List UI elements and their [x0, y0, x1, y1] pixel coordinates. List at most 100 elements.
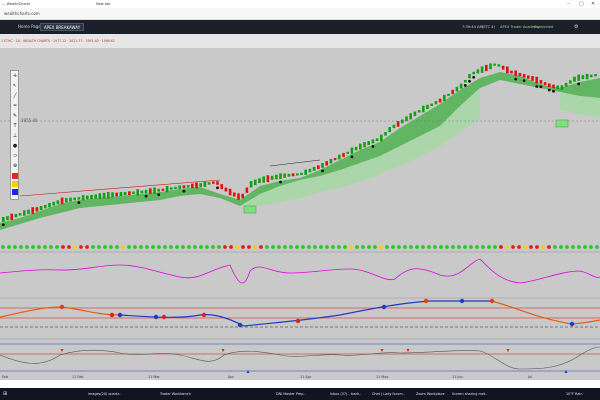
taskbar-item[interactable]: Chat | Lady forum..: [372, 391, 405, 397]
connection-status: Connected: [534, 25, 554, 29]
panel3-marker: [406, 349, 410, 352]
candle: [388, 127, 391, 133]
minimize-icon[interactable]: –: [567, 1, 570, 7]
signal-dot: [313, 245, 317, 249]
candle: [522, 74, 526, 78]
signal-dot: [277, 245, 281, 249]
zoom-icon[interactable]: ⊕: [12, 163, 18, 169]
candle: [140, 190, 144, 194]
candle: [283, 173, 286, 178]
windows-start-icon[interactable]: ⊞: [3, 391, 7, 397]
taskbar-item[interactable]: Inbox (37) - tradr..: [330, 391, 361, 397]
signal-dot: [49, 245, 53, 249]
signal-dot: [391, 245, 395, 249]
signal-dot: [469, 245, 473, 249]
panel3-marker: [564, 370, 568, 373]
candle: [132, 191, 135, 195]
candle: [564, 82, 568, 87]
tab-apex-breakaway[interactable]: APEX BREAKAWAY: [40, 23, 85, 31]
color-yellow-swatch[interactable]: [12, 181, 18, 187]
swing-point: [539, 85, 543, 89]
indicator-panels[interactable]: [0, 251, 600, 375]
magnet-icon[interactable]: ⊃: [12, 153, 18, 159]
candle: [493, 63, 496, 66]
candle: [165, 186, 169, 193]
signal-dot: [259, 245, 263, 249]
cursor-icon[interactable]: ↖: [12, 83, 18, 89]
price-chart[interactable]: 1955.40: [0, 48, 600, 238]
color-red-swatch[interactable]: [12, 173, 18, 179]
signal-dot: [271, 245, 275, 249]
signal-dot: [421, 245, 425, 249]
signal-dot: [481, 245, 485, 249]
signal-dot: [43, 245, 47, 249]
candle: [279, 173, 282, 179]
candle: [161, 188, 165, 191]
swing-point: [350, 155, 354, 159]
candle: [392, 124, 396, 129]
candle: [73, 197, 76, 201]
candle: [149, 188, 152, 194]
buy-signal-badge[interactable]: [555, 119, 569, 128]
signal-dot: [307, 245, 311, 249]
x-axis-label: 11 Feb: [72, 375, 84, 379]
oscillator-orange: [491, 300, 600, 325]
candle: [203, 181, 207, 187]
address-bar[interactable]: wealthcharts.com: [0, 8, 600, 20]
oscillator-marker: [295, 318, 301, 324]
candle: [270, 175, 274, 180]
browser-tab[interactable]: — WealthCharts: [2, 1, 50, 7]
measure-icon[interactable]: ⟂: [12, 133, 18, 139]
close-icon[interactable]: ✕: [591, 1, 595, 7]
signal-dot: [523, 245, 527, 249]
candle: [325, 161, 328, 166]
signal-dot: [181, 245, 185, 249]
signal-dot: [595, 245, 599, 249]
signal-dot: [139, 245, 143, 249]
signal-dot: [427, 245, 431, 249]
candle: [384, 131, 387, 136]
dot-icon[interactable]: ●: [12, 143, 18, 149]
line-tool-icon[interactable]: ╱: [12, 93, 18, 99]
taskbar-item[interactable]: Zoom Workplace: [416, 391, 445, 397]
color-blue-swatch[interactable]: [12, 189, 18, 195]
signal-dot: [385, 245, 389, 249]
taskbar-item[interactable]: DNI Master Prep..: [276, 391, 306, 397]
signal-dot-group: [1, 245, 599, 249]
candle: [476, 69, 480, 74]
hline-tool-icon[interactable]: ═: [12, 103, 18, 109]
signal-dot: [121, 245, 125, 249]
oscillator-marker: [489, 298, 495, 304]
settings-icon[interactable]: ⚙: [574, 23, 578, 31]
taskbar-item[interactable]: Screen sharing met..: [452, 391, 487, 397]
pencil-icon[interactable]: ✎: [12, 113, 18, 119]
url-text[interactable]: wealthcharts.com: [4, 11, 40, 16]
signal-dot: [193, 245, 197, 249]
candle: [375, 138, 379, 142]
candle: [228, 188, 232, 196]
panel3-markers: [60, 349, 568, 373]
candle: [443, 94, 446, 101]
taskbar-item[interactable]: images(20) quartz..: [88, 391, 121, 397]
candle: [111, 192, 114, 198]
candle: [266, 175, 270, 183]
candle: [191, 183, 194, 189]
candle: [405, 116, 408, 122]
browser-tab[interactable]: New tab: [96, 1, 136, 7]
signal-dot: [169, 245, 173, 249]
maximize-icon[interactable]: ▢: [579, 1, 584, 7]
candle: [501, 65, 505, 70]
candle: [480, 66, 484, 73]
candle: [539, 79, 543, 84]
candle: [81, 195, 85, 201]
candle: [438, 98, 442, 103]
candle: [346, 151, 349, 154]
panel3-marker: [246, 370, 250, 373]
crosshair-icon[interactable]: ✛: [12, 73, 18, 79]
app-header: Home Page APEX BREAKAWAY 7:39:44 AM (ETC…: [0, 20, 600, 34]
taskbar-item[interactable]: Trader Workbench: [160, 391, 191, 397]
text-tool-icon[interactable]: T: [12, 123, 18, 129]
candle: [594, 73, 597, 77]
oscillator-blue: [119, 314, 245, 327]
buy-signal-badge[interactable]: [243, 205, 257, 214]
